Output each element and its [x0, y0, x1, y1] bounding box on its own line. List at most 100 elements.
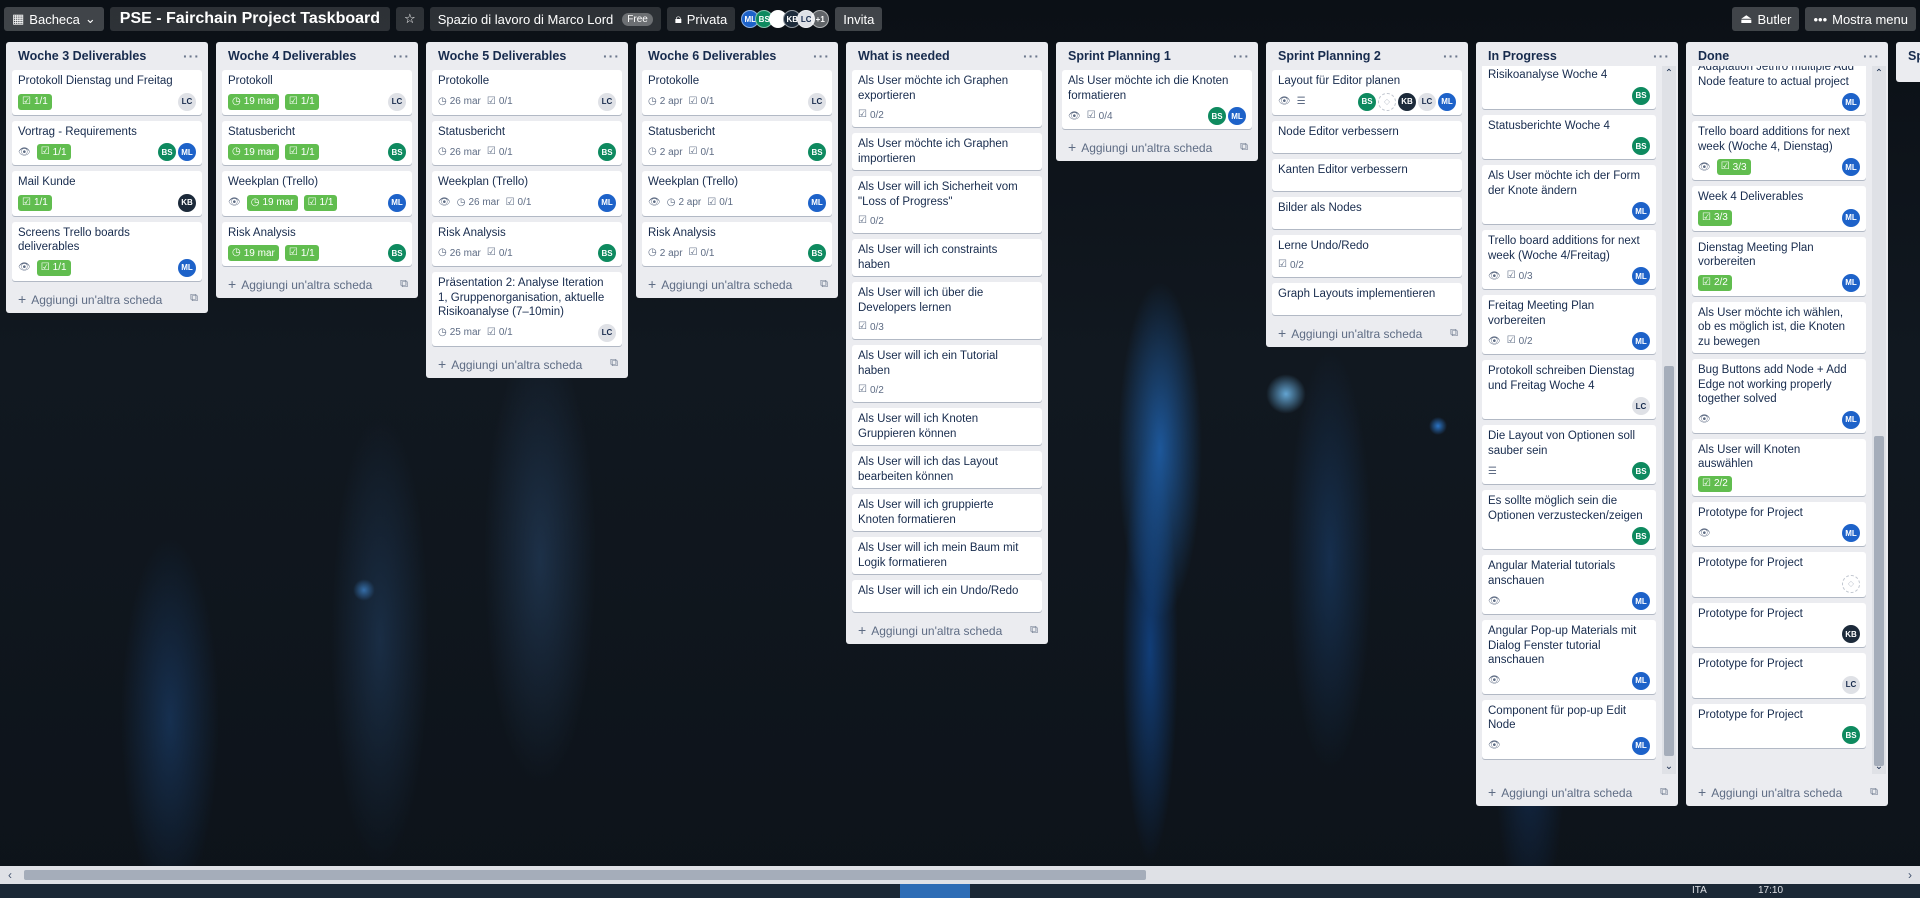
card[interactable]: Risk Analysis ◷ 2 apr ☑ 0/1 BS: [642, 221, 832, 266]
avatar[interactable]: LC: [388, 92, 406, 111]
avatar[interactable]: ML: [1438, 92, 1456, 111]
card[interactable]: Prototype for Project 👁︎ ML: [1692, 501, 1866, 546]
avatar[interactable]: BS: [1208, 107, 1226, 125]
card[interactable]: Freitag Meeting Plan vorbereiten 👁︎ ☑ 0/2 ML: [1482, 295, 1656, 354]
card[interactable]: Als User will ich Knoten Gruppieren könn…: [852, 408, 1042, 445]
card[interactable]: Lerne Undo/Redo ☑ 0/2: [1272, 234, 1462, 277]
list-menu-icon[interactable]: ···: [1233, 48, 1250, 64]
card[interactable]: Die Layout von Optionen soll sauber sein…: [1482, 425, 1656, 484]
card-template-icon[interactable]: ⧉: [1450, 327, 1458, 340]
avatar[interactable]: BS: [1358, 92, 1376, 111]
avatar[interactable]: ML: [1632, 736, 1650, 755]
card[interactable]: Risk Analysis ◷ 26 mar ☑ 0/1 BS: [432, 221, 622, 266]
list-menu-icon[interactable]: ···: [1863, 48, 1880, 64]
invite-button[interactable]: Invita: [835, 7, 883, 31]
avatar[interactable]: BS: [1632, 137, 1650, 155]
avatar[interactable]: ML: [1842, 524, 1860, 542]
card[interactable]: Als User möchte ich wählen, ob es möglic…: [1692, 301, 1866, 353]
avatar[interactable]: ◇: [1842, 574, 1860, 593]
show-menu-button[interactable]: ••• Mostra menu: [1805, 7, 1916, 31]
card[interactable]: Trello board additions for next week (Wo…: [1692, 121, 1866, 180]
list-header[interactable]: Woche 6 Deliverables ···: [636, 42, 838, 66]
card[interactable]: Präsentation 2: Analyse Iteration 1, Gru…: [432, 272, 622, 346]
list-header[interactable]: Done ···: [1686, 42, 1888, 66]
card[interactable]: Als User will ich mein Baum mit Logik fo…: [852, 537, 1042, 574]
card[interactable]: Weekplan (Trello) 👁︎ ◷ 26 mar ☑ 0/1 ML: [432, 171, 622, 216]
card[interactable]: Als User möchte ich der Form der Knote ä…: [1482, 165, 1656, 224]
card[interactable]: Angular Material tutorials anschauen 👁︎ ML: [1482, 555, 1656, 614]
card[interactable]: Weekplan (Trello) 👁︎ ◷ 19 mar ☑ 1/1 ML: [222, 171, 412, 216]
card[interactable]: Graph Layouts implementieren: [1272, 283, 1462, 315]
list-header[interactable]: Sprint Planning 2 ···: [1266, 42, 1468, 66]
avatar[interactable]: LC: [598, 323, 616, 342]
card[interactable]: Prototype for Project LC: [1692, 653, 1866, 698]
card[interactable]: Protokolle ◷ 2 apr ☑ 0/1 LC: [642, 70, 832, 115]
input-language[interactable]: ITA: [1692, 885, 1707, 896]
avatar[interactable]: ML: [388, 193, 406, 212]
card[interactable]: Protokolle ◷ 26 mar ☑ 0/1 LC: [432, 70, 622, 115]
card[interactable]: Dienstag Meeting Plan vorbereiten ☑ 2/2 ML: [1692, 236, 1866, 296]
add-card-button[interactable]: + Aggiungi un'altra scheda ⧉: [1686, 778, 1888, 806]
avatar[interactable]: LC: [1418, 92, 1436, 111]
card[interactable]: Als User möchte ich die Knoten formatier…: [1062, 70, 1252, 129]
card[interactable]: Adaptation Jethro multiple Add Node feat…: [1692, 66, 1866, 115]
card[interactable]: Protokoll ◷ 19 mar ☑ 1/1 LC: [222, 70, 412, 115]
card[interactable]: Als User will ich das Layout bearbeiten …: [852, 451, 1042, 488]
avatar[interactable]: ML: [178, 143, 196, 161]
avatar[interactable]: BS: [158, 143, 176, 161]
card[interactable]: Als User will ich ein Tutorial haben ☑ 0/2: [852, 345, 1042, 402]
list-menu-icon[interactable]: ···: [393, 48, 410, 64]
card[interactable]: Protokoll Dienstag und Freitag ☑ 1/1 LC: [12, 70, 202, 115]
avatar[interactable]: ML: [178, 258, 196, 277]
avatar[interactable]: BS: [1632, 527, 1650, 545]
list-title[interactable]: Done: [1698, 49, 1729, 63]
scroll-left-icon[interactable]: ‹: [2, 866, 18, 884]
add-card-button[interactable]: + Aggiungi un'altra scheda ⧉: [1056, 133, 1258, 161]
card-template-icon[interactable]: ⧉: [1660, 786, 1668, 799]
avatar[interactable]: LC: [1842, 675, 1860, 694]
avatar[interactable]: KB: [1398, 92, 1416, 111]
list-header[interactable]: Woche 4 Deliverables ···: [216, 42, 418, 66]
avatar[interactable]: ML: [1632, 202, 1650, 220]
list-header[interactable]: In Progress ···: [1476, 42, 1678, 66]
card[interactable]: Als User will ich constraints haben: [852, 239, 1042, 276]
scroll-down-icon[interactable]: ⌄: [1872, 761, 1886, 772]
list-menu-icon[interactable]: ···: [1653, 48, 1670, 64]
avatar[interactable]: ML: [1632, 671, 1650, 690]
list-title[interactable]: In Progress: [1488, 49, 1557, 63]
card-template-icon[interactable]: ⧉: [1240, 141, 1248, 154]
card[interactable]: Bug Buttons add Node + Add Edge not work…: [1692, 359, 1866, 433]
card[interactable]: Als User will ich ein Undo/Redo: [852, 580, 1042, 612]
card[interactable]: Screens Trello boards deliverables 👁︎ ☑ 1/1…: [12, 221, 202, 281]
add-card-button[interactable]: + Aggiungi un'altra scheda ⧉: [636, 270, 838, 298]
card[interactable]: Statusbericht ◷ 26 mar ☑ 0/1 BS: [432, 120, 622, 165]
list-header[interactable]: What is needed ···: [846, 42, 1048, 66]
scrollbar-thumb[interactable]: [24, 870, 1146, 880]
list-header[interactable]: Woche 3 Deliverables ···: [6, 42, 208, 66]
avatar[interactable]: LC: [178, 92, 196, 111]
board-title[interactable]: PSE - Fairchain Project Taskboard: [109, 7, 391, 31]
list-menu-icon[interactable]: ···: [813, 48, 830, 64]
card[interactable]: Bilder als Nodes: [1272, 196, 1462, 229]
card[interactable]: Component für pop-up Edit Node 👁︎ ML: [1482, 699, 1656, 759]
list-menu-icon[interactable]: ···: [1023, 48, 1040, 64]
card[interactable]: Prototype for Project ◇: [1692, 552, 1866, 597]
scroll-up-icon[interactable]: ⌃: [1872, 68, 1886, 79]
horizontal-scrollbar[interactable]: ‹ ›: [0, 866, 1920, 884]
avatar[interactable]: BS: [808, 244, 826, 262]
card-template-icon[interactable]: ⧉: [610, 357, 618, 370]
boards-menu-button[interactable]: ▦ Bacheca ⌄: [4, 7, 104, 31]
card[interactable]: Vortrag - Requirements 👁︎ ☑ 1/1 BS ML: [12, 120, 202, 165]
avatar[interactable]: ML: [1842, 410, 1860, 429]
card[interactable]: Layout für Editor planen 👁︎ ☰ BS ◇ KB LC ML: [1272, 70, 1462, 115]
workspace-button[interactable]: Spazio di lavoro di Marco Lord Free: [429, 7, 661, 31]
avatar[interactable]: BS: [808, 143, 826, 161]
card[interactable]: Als User will ich über die Developers le…: [852, 282, 1042, 339]
card-template-icon[interactable]: ⧉: [1030, 624, 1038, 637]
avatar[interactable]: ML: [1632, 267, 1650, 285]
scroll-down-icon[interactable]: ⌄: [1662, 761, 1676, 772]
card[interactable]: Kanten Editor verbessern: [1272, 158, 1462, 191]
list-menu-icon[interactable]: ···: [1443, 48, 1460, 64]
avatar[interactable]: KB: [1842, 625, 1860, 643]
list-menu-icon[interactable]: ···: [603, 48, 620, 64]
